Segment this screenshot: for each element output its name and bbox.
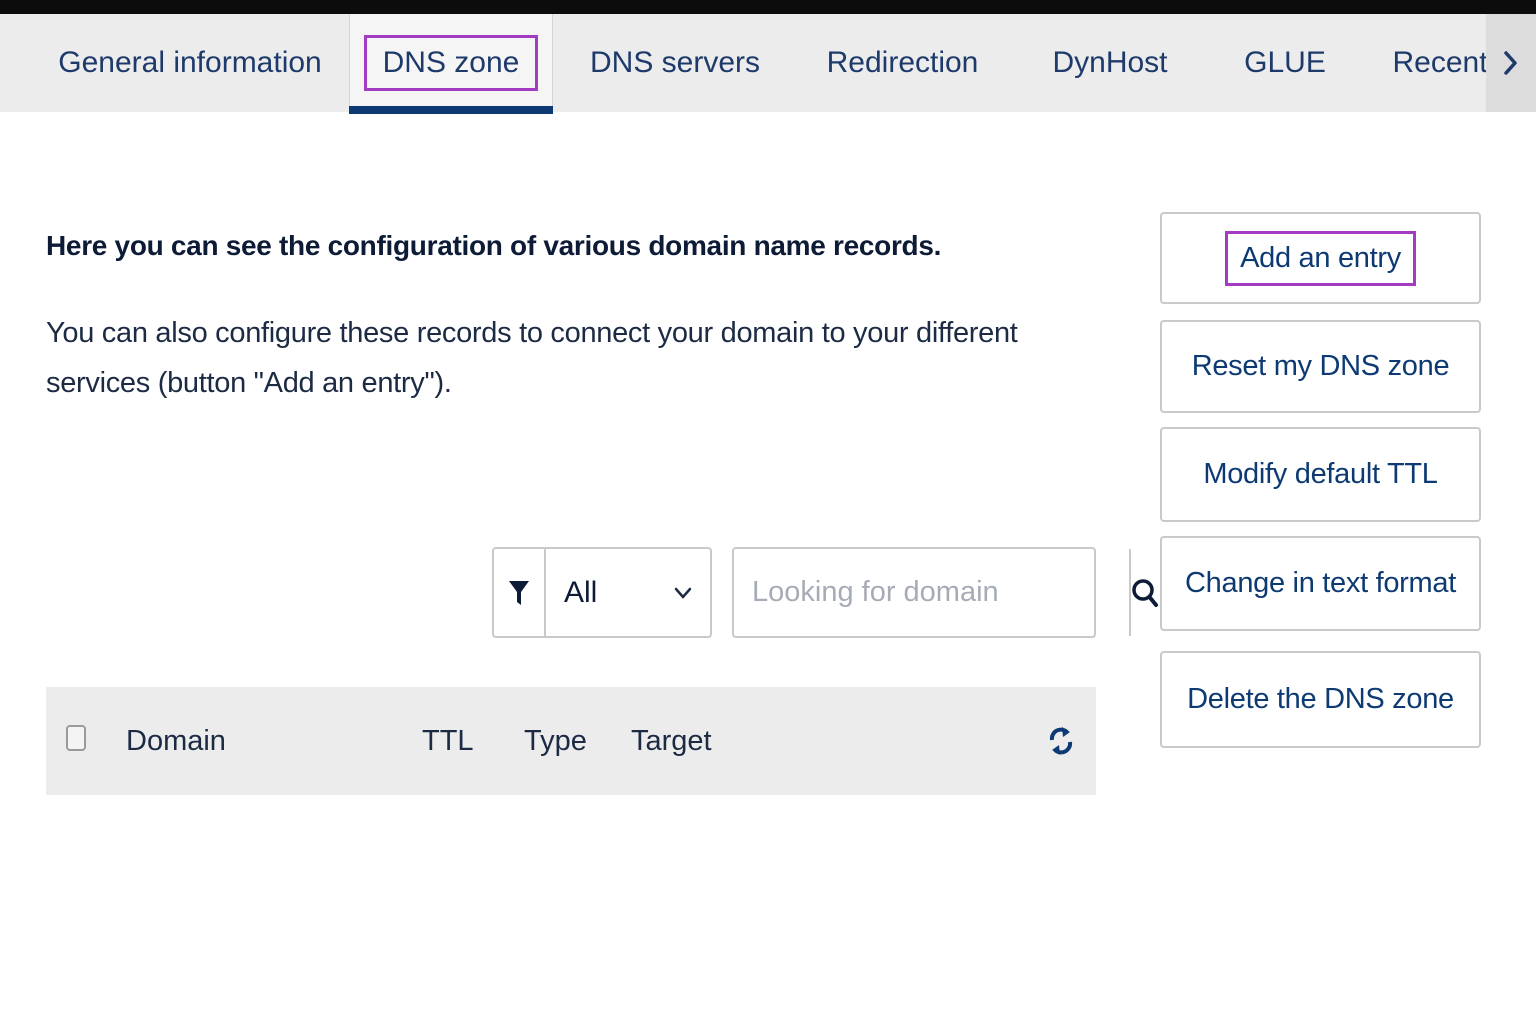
domain-tabs: General information DNS zone DNS servers… xyxy=(0,14,1536,114)
chevron-down-icon xyxy=(674,587,692,599)
column-header-target[interactable]: Target xyxy=(631,687,712,795)
column-header-type[interactable]: Type xyxy=(524,687,587,795)
tab-label: Redirection xyxy=(826,46,979,79)
window-top-bar xyxy=(0,0,1536,14)
add-entry-button[interactable]: Add an entry xyxy=(1160,212,1481,304)
refresh-icon xyxy=(1049,727,1073,755)
tab-dns-zone[interactable]: DNS zone xyxy=(349,14,553,114)
record-type-selected: All xyxy=(564,575,598,609)
add-entry-label: Add an entry xyxy=(1225,230,1416,286)
tab-label: DynHost xyxy=(1052,46,1168,79)
select-all-checkbox[interactable] xyxy=(66,725,86,751)
tab-label: Recent xyxy=(1392,46,1488,79)
tab-label: DNS servers xyxy=(589,46,761,79)
tab-redirection[interactable]: Redirection xyxy=(815,14,990,112)
column-header-ttl[interactable]: TTL xyxy=(422,687,474,795)
change-text-format-label: Change in text format xyxy=(1185,567,1456,599)
tab-recent[interactable]: Recent xyxy=(1380,14,1500,112)
record-type-filter: All xyxy=(492,547,712,638)
reset-dns-zone-button[interactable]: Reset my DNS zone xyxy=(1160,320,1481,413)
delete-dns-zone-label: Delete the DNS zone xyxy=(1187,683,1454,715)
search-icon xyxy=(1132,578,1158,607)
tab-label: GLUE xyxy=(1244,46,1326,79)
filter-icon xyxy=(509,580,529,605)
tab-general-information[interactable]: General information xyxy=(40,14,340,112)
change-text-format-button[interactable]: Change in text format xyxy=(1160,536,1481,631)
tab-glue[interactable]: GLUE xyxy=(1225,14,1345,112)
refresh-button[interactable] xyxy=(1042,721,1080,761)
delete-dns-zone-button[interactable]: Delete the DNS zone xyxy=(1160,651,1481,748)
search-button[interactable] xyxy=(1129,549,1159,636)
domain-search xyxy=(732,547,1158,638)
intro-description: You can also configure these records to … xyxy=(46,317,1018,399)
tabs-scroll-right-button[interactable] xyxy=(1486,14,1536,112)
chevron-right-icon xyxy=(1504,51,1517,75)
tab-dynhost[interactable]: DynHost xyxy=(1035,14,1185,112)
tab-dns-servers[interactable]: DNS servers xyxy=(585,14,765,112)
filter-icon-box xyxy=(492,547,546,638)
tab-label: General information xyxy=(58,46,322,79)
record-type-select[interactable]: All xyxy=(546,547,712,638)
modify-default-ttl-label: Modify default TTL xyxy=(1203,458,1438,490)
reset-dns-zone-label: Reset my DNS zone xyxy=(1191,350,1450,382)
modify-default-ttl-button[interactable]: Modify default TTL xyxy=(1160,427,1481,522)
dns-records-table-header: Domain TTL Type Target xyxy=(46,687,1096,795)
tab-label: DNS zone xyxy=(363,35,539,91)
intro-heading: Here you can see the configuration of va… xyxy=(46,230,942,261)
domain-search-input[interactable] xyxy=(734,549,1129,636)
column-header-domain[interactable]: Domain xyxy=(126,687,226,795)
